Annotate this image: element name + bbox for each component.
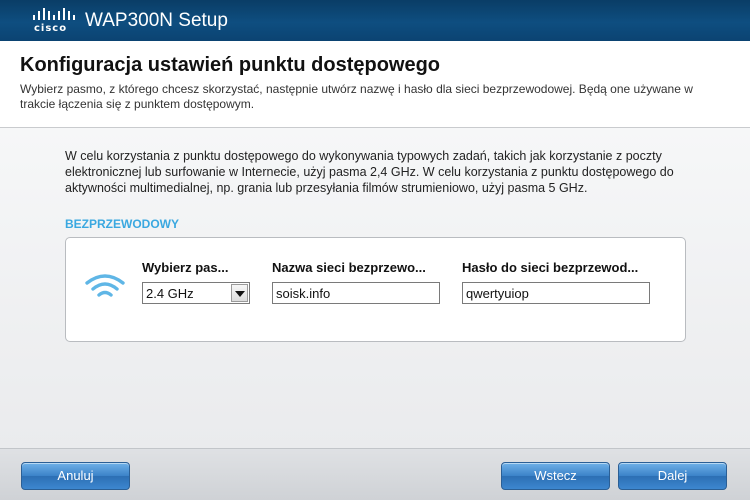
network-name-label: Nazwa sieci bezprzewo... [272,260,426,275]
page-subtitle: Wybierz pasmo, z którego chcesz skorzyst… [20,82,693,111]
footer-bar: Anuluj Wstecz Dalej [0,448,750,500]
title-bar: cisco WAP300N Setup [0,0,750,41]
main-content: W celu korzystania z punktu dostępowego … [0,128,750,448]
logo-wordmark: cisco [34,23,68,34]
select-arrow-button[interactable] [231,284,248,302]
network-password-input[interactable] [462,282,650,304]
network-password-label: Hasło do sieci bezprzewod... [462,260,639,275]
next-button[interactable]: Dalej [618,462,727,490]
section-label-wireless: BEZPRZEWODOWY [65,217,179,231]
back-button[interactable]: Wstecz [501,462,610,490]
chevron-down-icon [235,291,245,297]
network-name-input[interactable] [272,282,440,304]
band-label: Wybierz pas... [142,260,229,275]
app-title: WAP300N Setup [85,10,228,31]
band-select[interactable]: 2.4 GHz [142,282,250,304]
band-select-value: 2.4 GHz [146,286,194,301]
wireless-settings-panel: Wybierz pas... Nazwa sieci bezprzewo... … [65,237,686,342]
wifi-icon [84,272,126,302]
band-description: W celu korzystania z punktu dostępowego … [65,149,674,195]
page-title: Konfiguracja ustawień punktu dostępowego [20,54,441,76]
cancel-button[interactable]: Anuluj [21,462,130,490]
cisco-logo: cisco [30,7,78,35]
page-header: Konfiguracja ustawień punktu dostępowego… [0,41,750,128]
